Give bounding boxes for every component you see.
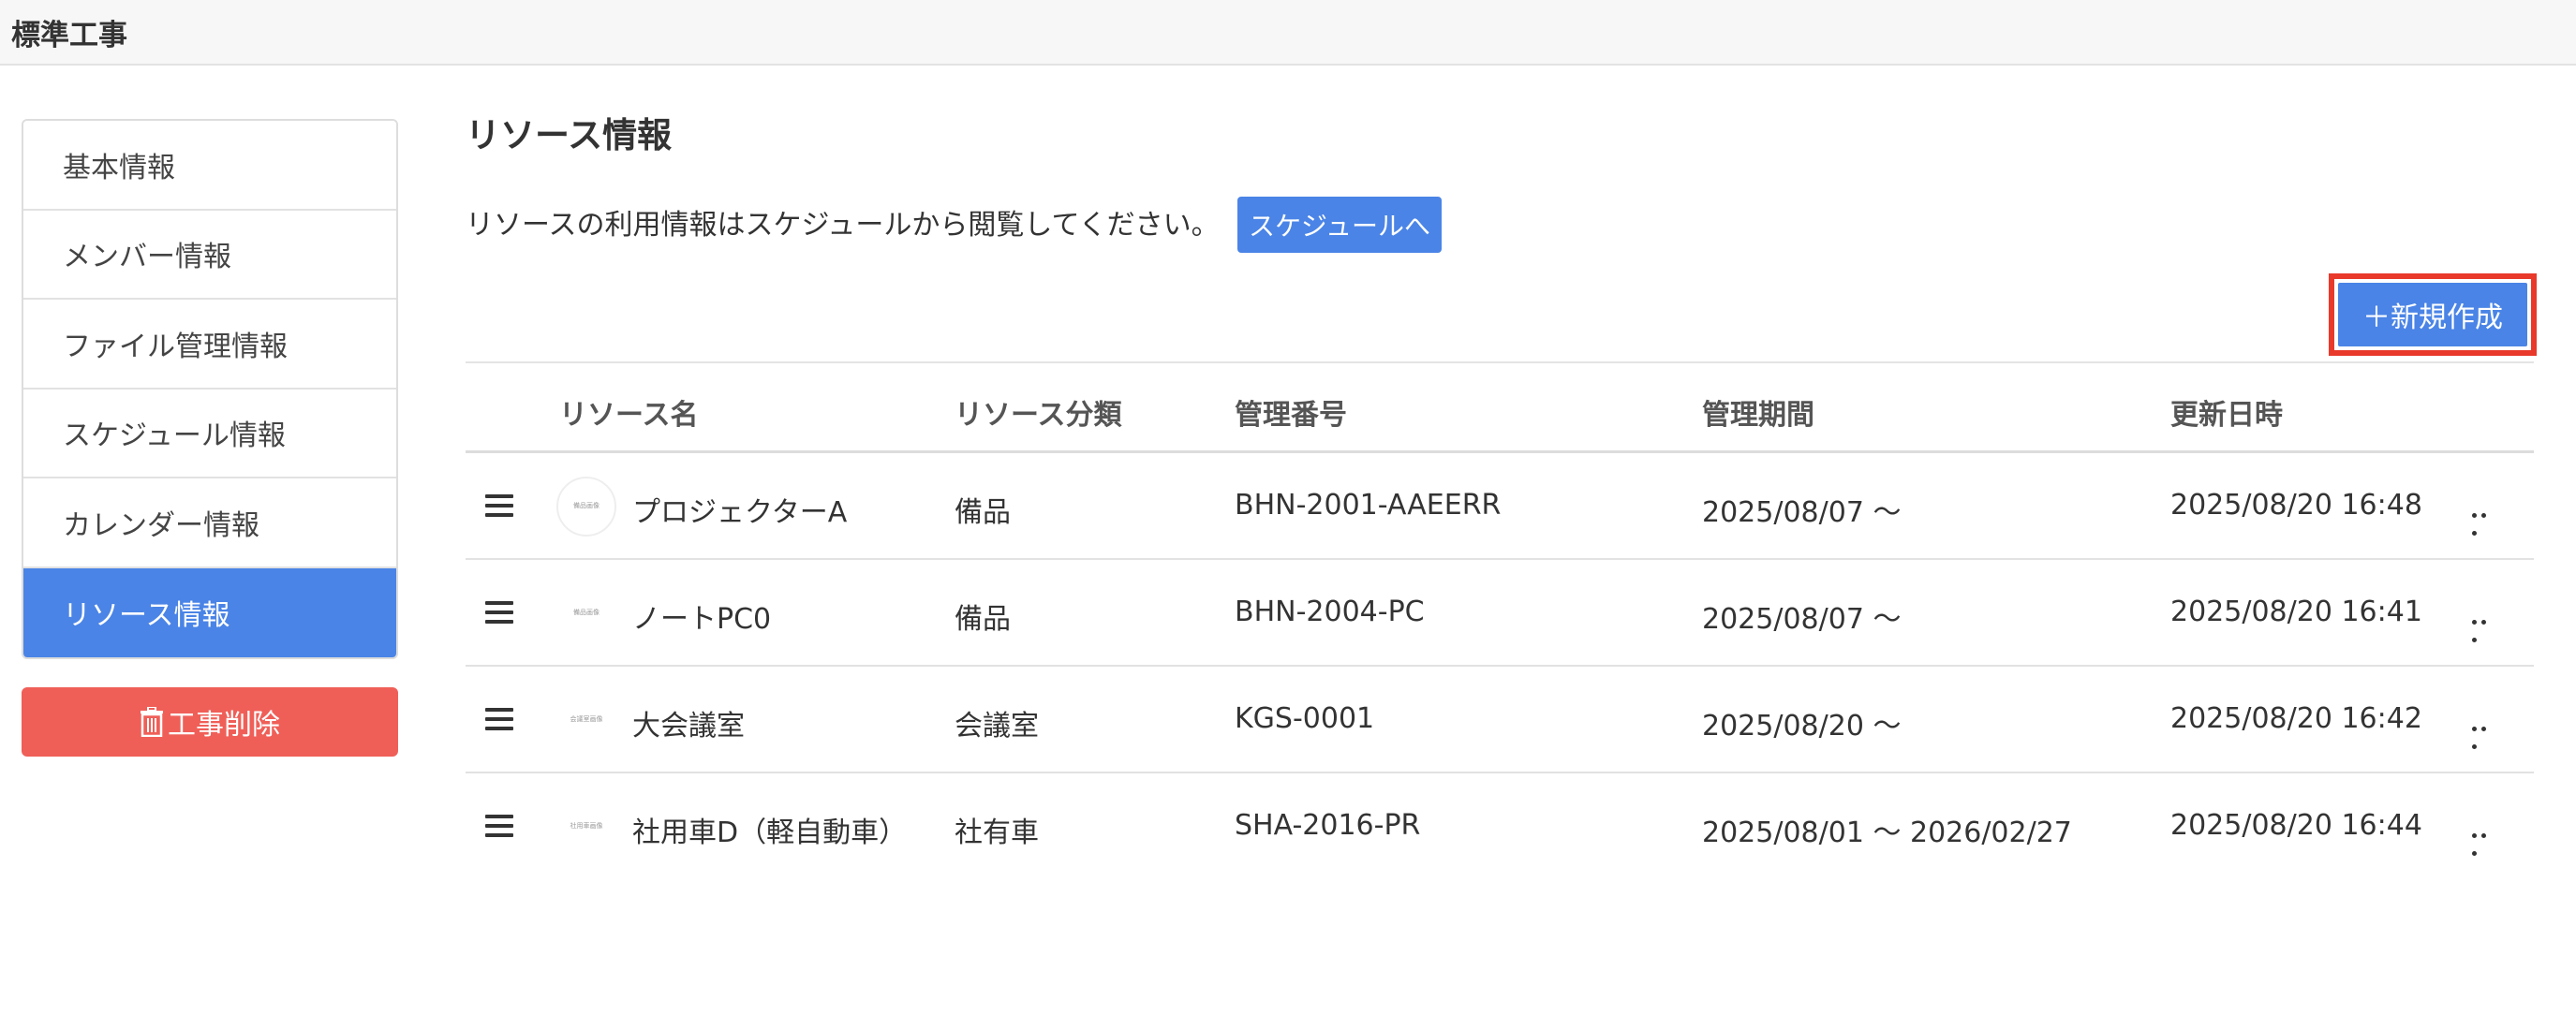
delete-project-button[interactable]: 工事削除 bbox=[22, 687, 398, 757]
sidebar-item-member-info[interactable]: メンバー情報 bbox=[23, 210, 396, 300]
header-updated[interactable]: 更新日時 bbox=[2170, 391, 2283, 433]
more-options-icon[interactable] bbox=[2472, 610, 2498, 642]
notice-text: リソースの利用情報はスケジュールから閲覧してください。 bbox=[466, 209, 1220, 242]
resource-thumbnail: 備品画像 bbox=[573, 609, 600, 617]
resource-category: 備品 bbox=[955, 603, 1011, 636]
resource-category: 社有車 bbox=[955, 816, 1039, 849]
delete-project-label: 工事削除 bbox=[168, 709, 280, 742]
new-create-button[interactable]: ＋新規作成 bbox=[2338, 283, 2527, 346]
app-title: 標準工事 bbox=[11, 19, 127, 52]
drag-handle-icon[interactable] bbox=[485, 494, 513, 517]
resource-category: 会議室 bbox=[955, 710, 1039, 743]
schedule-button[interactable]: スケジュールへ bbox=[1237, 197, 1442, 253]
resource-period: 2025/08/20 〜 bbox=[1702, 710, 1902, 743]
top-bar: 標準工事 bbox=[0, 0, 2576, 66]
resource-period: 2025/08/07 〜 bbox=[1702, 496, 1902, 529]
resource-thumbnail: 社用車画像 bbox=[570, 822, 603, 831]
header-name[interactable]: リソース名 bbox=[559, 391, 699, 433]
table-header: リソース名 リソース分類 管理番号 管理期間 更新日時 bbox=[466, 361, 2534, 453]
sidebar: 基本情報 メンバー情報 ファイル管理情報 スケジュール情報 カレンダー情報 リソ… bbox=[22, 119, 398, 659]
header-number[interactable]: 管理番号 bbox=[1235, 391, 1347, 433]
sidebar-item-basic-info[interactable]: 基本情報 bbox=[23, 121, 396, 211]
drag-handle-icon[interactable] bbox=[485, 601, 513, 624]
resource-thumbnail: 会議室画像 bbox=[570, 715, 603, 724]
page-title: リソース情報 bbox=[466, 115, 673, 155]
resource-updated: 2025/08/20 16:42 bbox=[2170, 702, 2422, 735]
resource-number: KGS-0001 bbox=[1235, 702, 1375, 735]
drag-handle-icon[interactable] bbox=[485, 708, 513, 730]
resource-category: 備品 bbox=[955, 496, 1011, 529]
sidebar-item-resource-info[interactable]: リソース情報 bbox=[23, 567, 396, 657]
resource-updated: 2025/08/20 16:48 bbox=[2170, 489, 2422, 522]
resource-number: SHA-2016-PR bbox=[1235, 809, 1421, 842]
trash-icon bbox=[141, 707, 163, 737]
new-button-highlight: ＋新規作成 bbox=[2329, 273, 2537, 356]
resource-name: ノートPC0 bbox=[632, 603, 772, 636]
resource-name: 大会議室 bbox=[632, 710, 745, 743]
resource-name: プロジェクターA bbox=[632, 496, 848, 529]
sidebar-item-calendar-info[interactable]: カレンダー情報 bbox=[23, 478, 396, 568]
header-category[interactable]: リソース分類 bbox=[955, 391, 1122, 433]
sidebar-item-schedule-info[interactable]: スケジュール情報 bbox=[23, 389, 396, 478]
sidebar-item-file-info[interactable]: ファイル管理情報 bbox=[23, 300, 396, 390]
drag-handle-icon[interactable] bbox=[485, 815, 513, 837]
resource-table: リソース名 リソース分類 管理番号 管理期間 更新日時 備品画像 プロジェクター… bbox=[466, 361, 2534, 880]
resource-number: BHN-2001-AAEERR bbox=[1235, 489, 1502, 522]
table-row[interactable]: 備品画像 ノートPC0 備品 BHN-2004-PC 2025/08/07 〜 … bbox=[466, 560, 2534, 667]
table-row[interactable]: 会議室画像 大会議室 会議室 KGS-0001 2025/08/20 〜 202… bbox=[466, 667, 2534, 773]
resource-period: 2025/08/01 〜 2026/02/27 bbox=[1702, 816, 2072, 849]
more-options-icon[interactable] bbox=[2472, 504, 2498, 536]
more-options-icon[interactable] bbox=[2472, 717, 2498, 749]
header-period[interactable]: 管理期間 bbox=[1702, 391, 1814, 433]
table-row[interactable]: 社用車画像 社用車D（軽自動車） 社有車 SHA-2016-PR 2025/08… bbox=[466, 773, 2534, 880]
resource-updated: 2025/08/20 16:41 bbox=[2170, 596, 2422, 628]
table-row[interactable]: 備品画像 プロジェクターA 備品 BHN-2001-AAEERR 2025/08… bbox=[466, 453, 2534, 560]
resource-period: 2025/08/07 〜 bbox=[1702, 603, 1902, 636]
resource-updated: 2025/08/20 16:44 bbox=[2170, 809, 2422, 842]
resource-number: BHN-2004-PC bbox=[1235, 596, 1425, 628]
resource-thumbnail: 備品画像 bbox=[556, 477, 616, 537]
resource-name: 社用車D（軽自動車） bbox=[632, 816, 908, 849]
more-options-icon[interactable] bbox=[2472, 824, 2498, 856]
